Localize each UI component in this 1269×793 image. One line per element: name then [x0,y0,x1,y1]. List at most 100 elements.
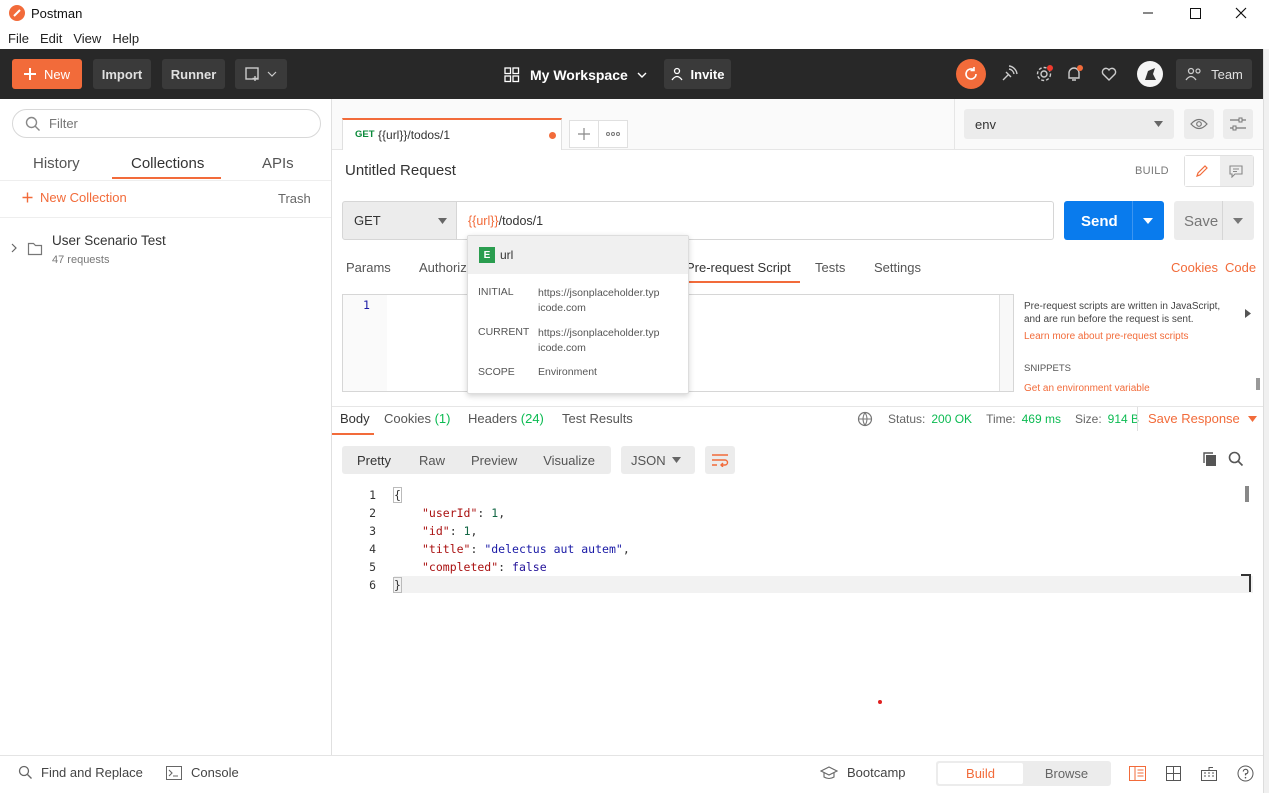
editor-scrollbar[interactable] [999,295,1013,391]
menu-file[interactable]: File [8,31,29,46]
save-response-button[interactable]: Save Response [1148,411,1257,426]
team-label: Team [1211,66,1243,82]
build-mode-button[interactable] [1185,156,1220,186]
settings-button[interactable] [1031,61,1057,87]
favorites-button[interactable] [1096,61,1122,87]
console-button[interactable]: Console [166,765,239,780]
view-raw[interactable]: Raw [419,453,445,468]
cookies-link[interactable]: Cookies [1171,260,1218,275]
status-value[interactable]: 200 OK [931,412,972,426]
bell-icon [1068,65,1083,81]
tab-pre-request-script[interactable]: Pre-request Script [686,260,791,275]
avatar[interactable] [1137,61,1163,87]
send-button[interactable]: Send [1064,201,1164,240]
workspace-switcher[interactable]: My Workspace [504,64,648,86]
url-path: /todos/1 [498,213,544,228]
trash-link[interactable]: Trash [278,191,311,206]
helper-scrollbar[interactable] [1256,378,1260,390]
filter-input[interactable] [49,116,299,131]
build-toggle[interactable]: Build [938,763,1023,784]
add-tab-button[interactable] [569,120,599,148]
new-collection-label: New Collection [40,190,127,205]
import-button[interactable]: Import [93,59,151,89]
json-value: 1 [463,524,471,538]
tab-settings[interactable]: Settings [874,260,921,275]
runner-button[interactable]: Runner [162,59,225,89]
notifications-button[interactable] [1061,61,1087,87]
menu-help[interactable]: Help [112,31,139,46]
sync-button[interactable] [956,59,986,89]
browse-toggle[interactable]: Browse [1024,763,1109,784]
format-select[interactable]: JSON [621,446,695,474]
collection-item[interactable]: User Scenario Test 47 requests [0,225,331,270]
tab-authorization[interactable]: Authoriz [419,260,467,275]
search-icon[interactable] [1228,451,1244,467]
tab-tests[interactable]: Tests [815,260,845,275]
find-replace-label: Find and Replace [41,765,143,780]
new-button[interactable]: New [12,59,82,89]
snippet-item[interactable]: Get an environment variable [1024,382,1239,391]
keyboard-shortcuts-icon[interactable] [1201,765,1217,781]
request-tab[interactable]: GET {{url}}/todos/1 [342,118,562,150]
menu-view[interactable]: View [73,31,101,46]
json-line: "title": "delectus aut autem", [422,542,630,556]
invite-button[interactable]: Invite [664,59,731,89]
layout-grid-icon[interactable] [1166,766,1181,781]
autocomplete-item[interactable]: E url [468,236,688,274]
help-icon[interactable] [1237,765,1254,782]
response-tab-tests[interactable]: Test Results [562,411,633,426]
tab-apis[interactable]: APIs [262,155,294,172]
size-label: Size: [1074,412,1102,426]
request-name[interactable]: Untitled Request [345,162,456,179]
size-value[interactable]: 914 B [1108,412,1139,426]
collapse-panel-icon[interactable] [1245,309,1251,318]
time-label: Time: [986,412,1016,426]
search-icon [25,116,40,131]
copy-icon[interactable] [1202,451,1218,467]
tab-params[interactable]: Params [346,260,391,275]
manage-environments-button[interactable] [1223,109,1253,139]
response-meta: Status: 200 OK Time: 469 ms Size: 914 B [888,412,1139,426]
new-collection-button[interactable]: New Collection [22,190,127,205]
more-tabs-button[interactable] [598,120,628,148]
sidebar: History Collections APIs New Collection … [0,99,332,755]
maximize-button[interactable] [1185,4,1205,22]
helper-text-1: Pre-request scripts are written in JavaS… [1024,301,1221,312]
bootcamp-button[interactable]: Bootcamp [820,765,906,780]
ellipsis-icon [606,132,620,136]
save-button[interactable]: Save [1174,201,1254,240]
wrap-lines-button[interactable] [705,446,735,474]
minimize-button[interactable] [1138,4,1158,22]
globe-icon[interactable] [857,411,873,427]
environment-quicklook-button[interactable] [1184,109,1214,139]
interceptor-button[interactable] [996,61,1022,87]
environment-select[interactable]: env [964,109,1174,139]
view-visualize[interactable]: Visualize [543,453,595,468]
grid-icon [504,67,520,83]
code-link[interactable]: Code [1225,260,1256,275]
view-pretty[interactable]: Pretty [357,453,391,468]
view-preview[interactable]: Preview [471,453,517,468]
body-scrollbar-thumb[interactable] [1245,486,1249,502]
response-body-editor[interactable] [342,484,1253,746]
two-pane-view-icon[interactable] [1129,766,1146,781]
comments-mode-button[interactable] [1219,156,1253,186]
helper-learn-more-link[interactable]: Learn more about pre-request scripts [1024,330,1239,343]
filter-field[interactable] [12,109,321,138]
close-button[interactable] [1231,4,1251,22]
team-button[interactable]: Team [1176,59,1252,89]
tab-history[interactable]: History [33,155,80,172]
menu-edit[interactable]: Edit [40,31,62,46]
red-dot-marker [878,700,882,704]
build-browse-toggle: Build Browse [936,761,1111,786]
response-tab-cookies[interactable]: Cookies (1) [384,411,450,426]
sliders-icon [1230,117,1246,131]
tab-collections[interactable]: Collections [131,155,204,172]
response-tab-headers[interactable]: Headers (24) [468,411,544,426]
method-select[interactable]: GET [342,201,457,240]
mode-label: BUILD [1135,165,1169,177]
new-window-button[interactable] [235,59,287,89]
time-value[interactable]: 469 ms [1022,412,1061,426]
find-replace-button[interactable]: Find and Replace [18,765,143,780]
response-tab-body[interactable]: Body [340,411,370,426]
